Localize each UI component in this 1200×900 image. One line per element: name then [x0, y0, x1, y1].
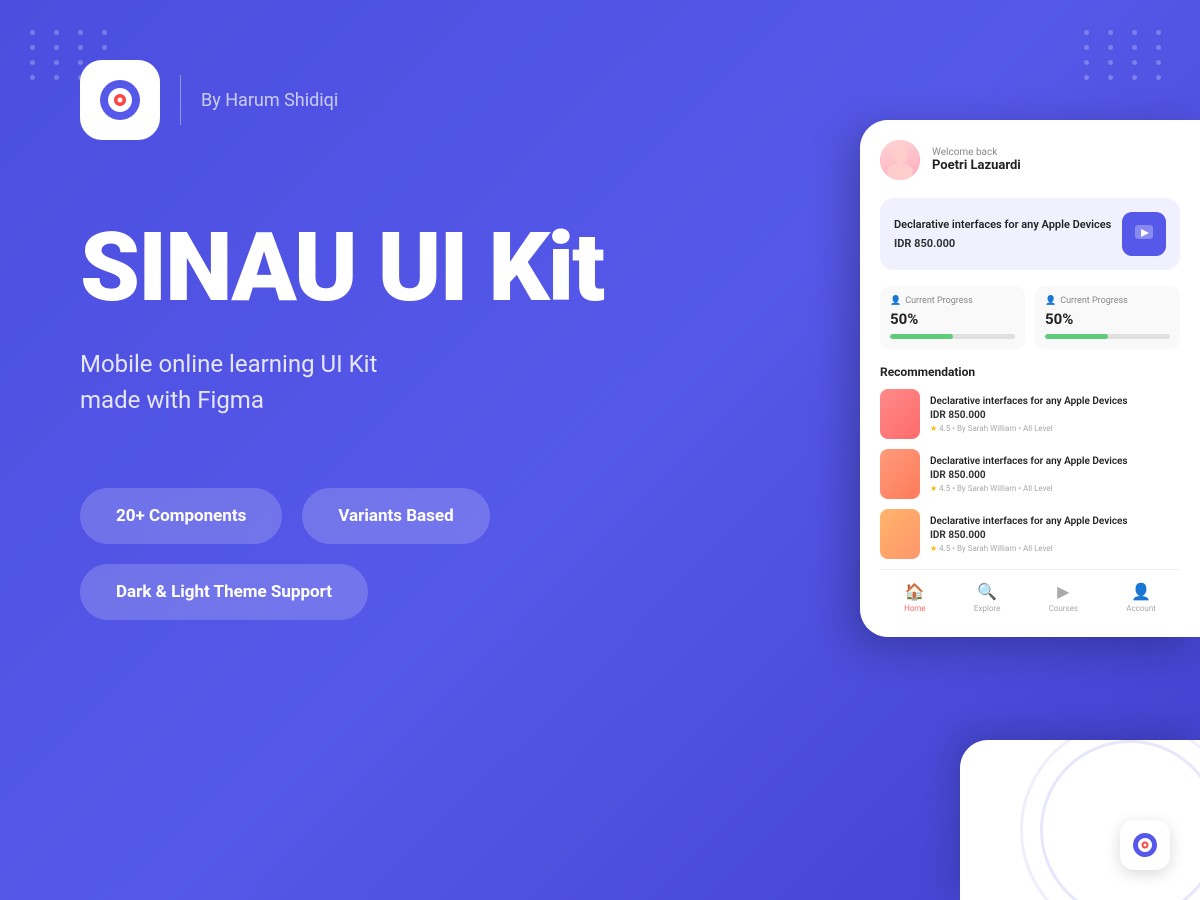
phone-mockup: Welcome back Poetri Lazuardi Declarative… — [860, 120, 1200, 637]
rec-meta-1: ★ 4.5 • By Sarah William • All Level — [930, 424, 1128, 433]
home-icon: 🏠 — [905, 582, 925, 601]
main-title: SINAU UI Kit — [80, 220, 820, 316]
progress-bar-2 — [1045, 334, 1170, 339]
rec-thumb-1 — [880, 389, 920, 439]
rec-title-2: Declarative interfaces for any Apple Dev… — [930, 455, 1128, 468]
app-logo-icon — [80, 60, 160, 140]
badge-components: 20+ Components — [80, 488, 282, 544]
welcome-label: Welcome back — [932, 147, 1021, 158]
recommendation-title: Recommendation — [880, 365, 1180, 379]
rec-info-1: Declarative interfaces for any Apple Dev… — [930, 395, 1128, 433]
badge-variants: Variants Based — [302, 488, 489, 544]
rec-price-3: IDR 850.000 — [930, 530, 1128, 541]
nav-home-label: Home — [904, 604, 926, 613]
featured-card: Declarative interfaces for any Apple Dev… — [880, 198, 1180, 270]
rec-meta-3: ★ 4.5 • By Sarah William • All Level — [930, 544, 1128, 553]
dots-decoration-tr — [1084, 30, 1170, 80]
progress-card-1: 👤 Current Progress 50% — [880, 286, 1025, 349]
circle-decoration-2 — [1020, 740, 1200, 900]
rec-item-1: Declarative interfaces for any Apple Dev… — [880, 389, 1180, 439]
featured-info: Declarative interfaces for any Apple Dev… — [894, 218, 1111, 249]
progress-fill-2 — [1045, 334, 1108, 339]
progress-bar-1 — [890, 334, 1015, 339]
rec-title-1: Declarative interfaces for any Apple Dev… — [930, 395, 1128, 408]
nav-explore[interactable]: 🔍 Explore — [974, 582, 1000, 613]
rec-item-2: Declarative interfaces for any Apple Dev… — [880, 449, 1180, 499]
account-icon: 👤 — [1131, 582, 1151, 601]
featured-price: IDR 850.000 — [894, 237, 1111, 250]
second-logo-icon — [1120, 820, 1170, 870]
user-info: Welcome back Poetri Lazuardi — [932, 147, 1021, 173]
nav-explore-label: Explore — [974, 604, 1000, 613]
rec-meta-2: ★ 4.5 • By Sarah William • All Level — [930, 484, 1128, 493]
progress-row: 👤 Current Progress 50% 👤 Current Progres… — [880, 286, 1180, 349]
progress-label-2: 👤 Current Progress — [1045, 296, 1170, 306]
progress-label-1: 👤 Current Progress — [890, 296, 1015, 306]
rec-title-3: Declarative interfaces for any Apple Dev… — [930, 515, 1128, 528]
progress-fill-1 — [890, 334, 953, 339]
user-avatar — [880, 140, 920, 180]
left-content: By Harum Shidiqi SINAU UI Kit Mobile onl… — [0, 0, 900, 900]
badge-theme: Dark & Light Theme Support — [80, 564, 368, 620]
rec-info-2: Declarative interfaces for any Apple Dev… — [930, 455, 1128, 493]
badges-row-2: Dark & Light Theme Support — [80, 564, 820, 620]
rec-item-3: Declarative interfaces for any Apple Dev… — [880, 509, 1180, 559]
nav-home[interactable]: 🏠 Home — [904, 582, 926, 613]
explore-icon: 🔍 — [977, 582, 997, 601]
progress-value-2: 50% — [1045, 310, 1170, 328]
rec-thumb-3 — [880, 509, 920, 559]
rec-info-3: Declarative interfaces for any Apple Dev… — [930, 515, 1128, 553]
nav-courses-label: Courses — [1049, 604, 1078, 613]
logo-divider — [180, 75, 181, 125]
bottom-nav: 🏠 Home 🔍 Explore ▶ Courses 👤 Account — [880, 569, 1180, 617]
progress-card-2: 👤 Current Progress 50% — [1035, 286, 1180, 349]
author-label: By Harum Shidiqi — [201, 90, 338, 111]
featured-title: Declarative interfaces for any Apple Dev… — [894, 218, 1111, 232]
rec-thumb-2 — [880, 449, 920, 499]
nav-courses[interactable]: ▶ Courses — [1049, 582, 1078, 613]
app-header: Welcome back Poetri Lazuardi — [880, 140, 1180, 180]
rec-price-2: IDR 850.000 — [930, 470, 1128, 481]
rec-price-1: IDR 850.000 — [930, 410, 1128, 421]
nav-account[interactable]: 👤 Account — [1126, 582, 1156, 613]
second-card-inner — [960, 740, 1200, 900]
courses-icon: ▶ — [1057, 582, 1069, 601]
featured-thumbnail — [1122, 212, 1166, 256]
logo-row: By Harum Shidiqi — [80, 60, 820, 140]
phone-card: Welcome back Poetri Lazuardi Declarative… — [860, 120, 1200, 637]
progress-value-1: 50% — [890, 310, 1015, 328]
badges-row-1: 20+ Components Variants Based — [80, 488, 820, 544]
subtitle: Mobile online learning UI Kit made with … — [80, 346, 820, 418]
nav-account-label: Account — [1126, 604, 1156, 613]
second-preview-card — [960, 740, 1200, 900]
user-name: Poetri Lazuardi — [932, 158, 1021, 173]
